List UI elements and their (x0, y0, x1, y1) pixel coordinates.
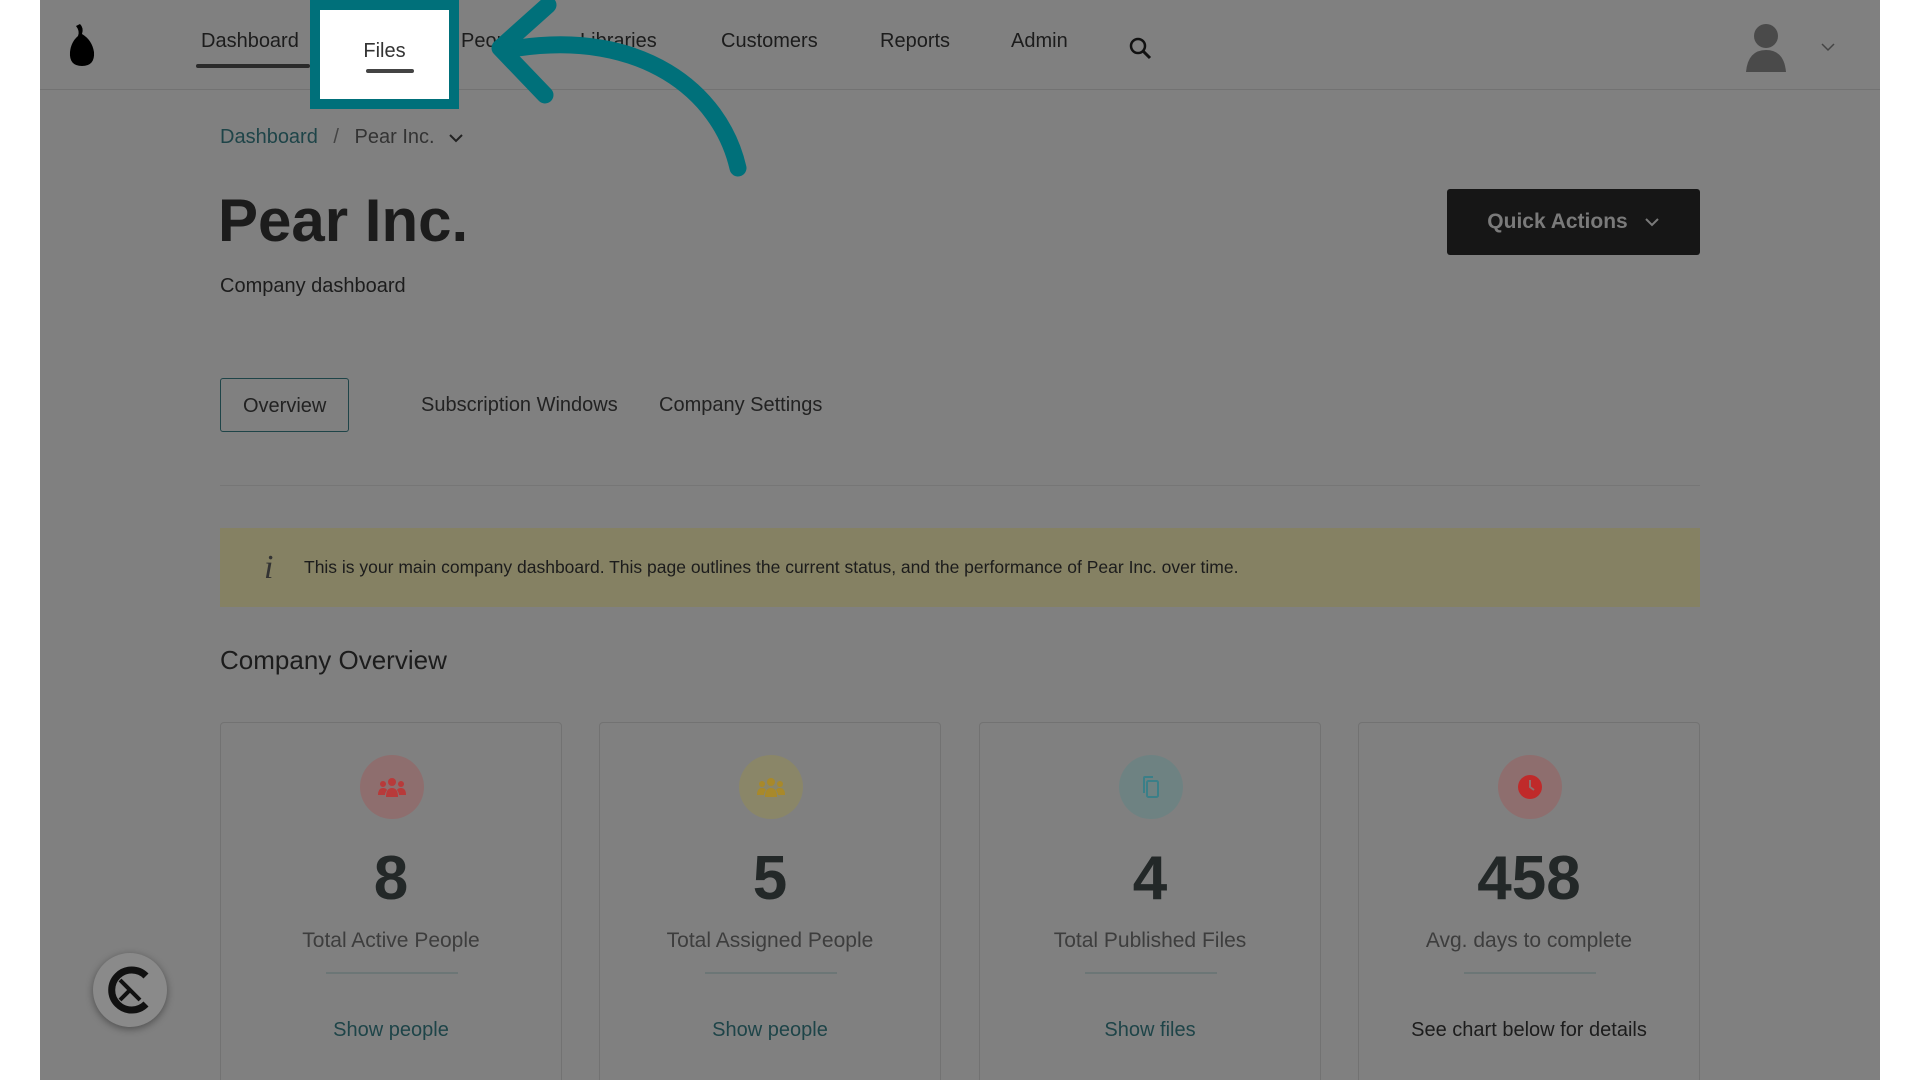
chart-details-text: See chart below for details (1411, 1019, 1647, 1041)
quick-actions-label: Quick Actions (1487, 210, 1628, 233)
divider (220, 485, 1700, 486)
divider (1085, 972, 1217, 974)
stat-card-active-people: 8 Total Active People Show people (220, 722, 562, 1080)
tab-company-settings[interactable]: Company Settings (637, 378, 844, 432)
divider (326, 972, 458, 974)
stat-card-avg-days: 458 Avg. days to complete See chart belo… (1358, 722, 1700, 1080)
chevron-down-icon (1644, 218, 1659, 227)
info-banner: i This is your main company dashboard. T… (220, 528, 1700, 607)
info-text: This is your main company dashboard. Thi… (304, 557, 1239, 577)
help-widget-button[interactable] (93, 953, 167, 1027)
stat-value: 8 (373, 844, 409, 913)
stat-card-assigned-people: 5 Total Assigned People Show people (599, 722, 941, 1080)
people-icon (739, 755, 803, 819)
stat-value: 5 (752, 844, 788, 913)
tab-overview[interactable]: Overview (220, 378, 350, 432)
page-subtitle: Company dashboard (220, 275, 406, 297)
stat-label: Total Published Files (1053, 929, 1247, 952)
widget-logo-icon (108, 966, 149, 1014)
show-files-link[interactable]: Show files (980, 1019, 1320, 1042)
stat-label: Total Assigned People (666, 929, 874, 952)
divider (705, 972, 837, 974)
copy-files-icon (1119, 755, 1183, 819)
section-title: Company Overview (220, 645, 447, 675)
stat-label: Avg. days to complete (1425, 929, 1633, 952)
stat-label: Total Active People (302, 929, 480, 952)
tab-subscription-windows[interactable]: Subscription Windows (399, 378, 640, 432)
info-icon: i (264, 548, 274, 586)
show-people-link[interactable]: Show people (221, 1019, 561, 1042)
annotation-arrow-icon (491, 0, 747, 177)
stat-value: 458 (1477, 844, 1581, 913)
stat-card-published-files: 4 Total Published Files Show files (979, 722, 1321, 1080)
clock-icon (1498, 755, 1562, 819)
show-people-link[interactable]: Show people (600, 1019, 940, 1042)
people-icon (360, 755, 424, 819)
divider (1464, 972, 1596, 974)
stat-value: 4 (1132, 844, 1168, 913)
